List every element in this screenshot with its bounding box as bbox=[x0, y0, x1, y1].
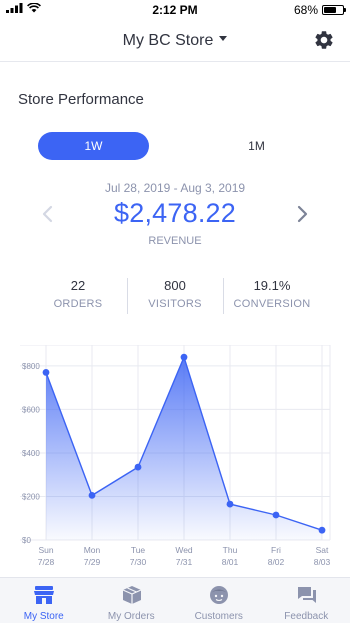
x-tick-date: 7/31 bbox=[176, 557, 193, 567]
y-tick-label: $200 bbox=[22, 492, 40, 501]
stats-row: 22 ORDERS 800 VISITORS 19.1% CONVERSION bbox=[30, 278, 320, 314]
stat-label: CONVERSION bbox=[233, 298, 311, 310]
store-selector[interactable]: My BC Store bbox=[0, 32, 350, 50]
x-tick-day: Wed bbox=[175, 545, 193, 555]
stat-label: VISITORS bbox=[148, 298, 202, 310]
battery-level bbox=[324, 7, 337, 13]
battery-status: 68% bbox=[293, 3, 346, 17]
tab-label: Feedback bbox=[284, 611, 329, 622]
x-tick-date: 7/28 bbox=[38, 557, 55, 567]
data-point bbox=[318, 526, 326, 534]
chat-icon bbox=[297, 587, 316, 603]
tab-customers[interactable]: Customers bbox=[175, 578, 263, 623]
tab-feedback[interactable]: Feedback bbox=[263, 578, 350, 623]
stat-orders: 22 ORDERS bbox=[30, 278, 126, 310]
period-toggle: 1W 1M bbox=[38, 132, 312, 160]
chevron-right-icon[interactable] bbox=[294, 205, 310, 223]
tab-label: My Orders bbox=[107, 611, 155, 622]
stat-value: 22 bbox=[70, 278, 86, 293]
store-name: My BC Store bbox=[122, 32, 214, 49]
revenue-label: REVENUE bbox=[148, 235, 202, 247]
caret-down-icon bbox=[219, 36, 228, 42]
gear-icon[interactable] bbox=[313, 29, 335, 51]
period-1w-button[interactable]: 1W bbox=[38, 132, 149, 160]
x-tick-day: Thu bbox=[223, 545, 238, 555]
date-range: Jul 28, 2019 - Aug 3, 2019 bbox=[104, 181, 246, 195]
tab-bar: My Store My Orders Customers Feedback bbox=[0, 577, 350, 623]
x-tick-date: 8/02 bbox=[268, 557, 285, 567]
battery-percent: 68% bbox=[293, 3, 318, 17]
revenue-chart: $0 $200 $400 $600 $800 Sun 7/28 Mon 7/29 Tue 7/30… bbox=[20, 345, 331, 567]
chart-y-axis: $0 $200 $400 $600 $800 bbox=[22, 362, 40, 545]
y-tick-label: $400 bbox=[22, 449, 40, 458]
stat-value: 19.1% bbox=[253, 278, 291, 293]
tab-my-orders[interactable]: My Orders bbox=[88, 578, 176, 623]
chart-x-axis: Sun 7/28 Mon 7/29 Tue 7/30 Wed 7/31 Thu 8/01 Fri 8/… bbox=[38, 545, 331, 567]
section-title: Store Performance bbox=[18, 91, 144, 108]
chart-area bbox=[46, 357, 322, 540]
stat-value: 800 bbox=[164, 278, 186, 293]
data-point bbox=[134, 463, 142, 471]
x-tick-date: 7/30 bbox=[130, 557, 147, 567]
stat-visitors: 800 VISITORS bbox=[127, 278, 223, 310]
status-bar: 2:12 PM 68% bbox=[0, 0, 350, 20]
x-tick-date: 8/03 bbox=[314, 557, 331, 567]
stat-label: ORDERS bbox=[53, 298, 103, 310]
data-point bbox=[272, 511, 280, 519]
y-tick-label: $600 bbox=[22, 405, 40, 414]
x-tick-day: Sat bbox=[316, 545, 329, 555]
box-icon bbox=[122, 586, 141, 604]
tab-my-store[interactable]: My Store bbox=[0, 578, 88, 623]
y-tick-label: $800 bbox=[22, 362, 40, 371]
x-tick-day: Mon bbox=[84, 545, 101, 555]
x-tick-day: Tue bbox=[131, 545, 146, 555]
stat-conversion: 19.1% CONVERSION bbox=[224, 278, 320, 310]
y-tick-label: $0 bbox=[22, 536, 31, 545]
data-point bbox=[88, 491, 96, 499]
data-point bbox=[226, 500, 234, 508]
data-point bbox=[180, 353, 188, 361]
tab-label: My Store bbox=[23, 611, 64, 622]
x-tick-day: Fri bbox=[271, 545, 281, 555]
face-icon bbox=[210, 586, 228, 604]
data-point bbox=[42, 369, 50, 376]
tab-label: Customers bbox=[194, 611, 243, 622]
battery-icon bbox=[322, 5, 346, 15]
store-icon bbox=[34, 586, 54, 604]
nav-bar: My BC Store bbox=[0, 20, 350, 62]
x-tick-date: 7/29 bbox=[84, 557, 101, 567]
x-tick-date: 8/01 bbox=[222, 557, 239, 567]
period-1m-button[interactable]: 1M bbox=[201, 132, 312, 160]
x-tick-day: Sun bbox=[38, 545, 53, 555]
